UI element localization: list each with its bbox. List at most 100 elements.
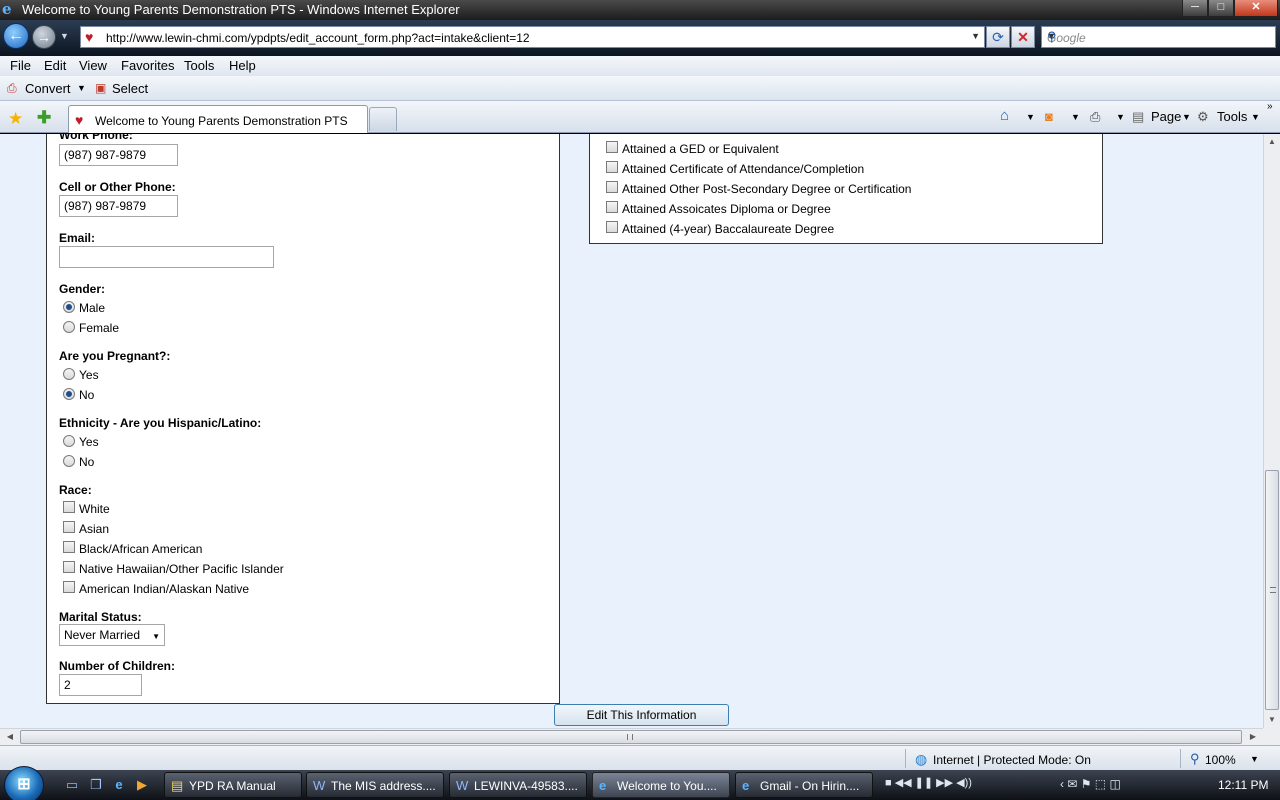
show-desktop-icon[interactable]: ▭ [64, 777, 80, 793]
pdf-toolbar: ⎙ Convert ▼ ▣ Select [0, 76, 1280, 101]
gender-label: Gender: [59, 282, 106, 296]
media-player-icon[interactable]: ▶ [134, 777, 150, 793]
task-ypd-manual[interactable]: ▤ YPD RA Manual [164, 772, 302, 798]
gender-male-label: Male [79, 301, 106, 315]
race-asian-checkbox[interactable] [63, 521, 75, 533]
minimize-button[interactable]: ─ [1182, 0, 1208, 17]
race-black-label: Black/African American [79, 542, 203, 556]
switch-windows-icon[interactable]: ❐ [88, 777, 104, 793]
marital-status-select[interactable]: Never Married ▼ [59, 624, 165, 646]
gender-female-radio[interactable] [63, 321, 75, 333]
page-dropdown-icon[interactable]: ▼ [1182, 112, 1191, 122]
page-content: Work Phone: (987) 987-9879 Cell or Other… [0, 134, 1263, 728]
pregnant-yes-radio[interactable] [63, 368, 75, 380]
menu-file[interactable]: File [10, 58, 31, 73]
system-tray[interactable]: ‹ ✉ ⚑ ⬚ ◫ [1060, 777, 1121, 791]
convert-dropdown-icon[interactable]: ▼ [77, 83, 86, 93]
stop-button[interactable]: ✕ [1011, 26, 1035, 48]
close-button[interactable]: ✕ [1234, 0, 1278, 17]
pregnant-no-radio[interactable] [63, 388, 75, 400]
gender-male-radio[interactable] [63, 301, 75, 313]
search-box[interactable]: Google ⚲ ▼ [1041, 26, 1276, 48]
task-welcome[interactable]: e Welcome to You.... [592, 772, 730, 798]
history-dropdown-icon[interactable]: ▼ [60, 31, 69, 41]
menu-bar: File Edit View Favorites Tools Help [0, 56, 1280, 76]
print-icon[interactable]: ⎙ [1090, 109, 1100, 125]
back-button[interactable]: ← [3, 23, 29, 49]
convert-button[interactable]: Convert [25, 81, 71, 96]
work-phone-input[interactable]: (987) 987-9879 [59, 144, 178, 166]
children-input[interactable]: 2 [59, 674, 142, 696]
start-button[interactable]: ⊞ [4, 766, 44, 800]
scroll-right-icon[interactable]: ▶ [1245, 729, 1261, 745]
select-icon: ▣ [95, 81, 107, 95]
menu-favorites[interactable]: Favorites [121, 58, 174, 73]
baccalaureate-checkbox[interactable] [606, 221, 618, 233]
race-american-indian-checkbox[interactable] [63, 581, 75, 593]
scroll-left-icon[interactable]: ◀ [2, 729, 18, 745]
menu-help[interactable]: Help [229, 58, 256, 73]
cell-phone-input[interactable]: (987) 987-9879 [59, 195, 178, 217]
tools-dropdown-icon[interactable]: ▼ [1251, 112, 1260, 122]
tools-menu[interactable]: Tools [1217, 109, 1247, 124]
zoom-level[interactable]: 100% [1205, 753, 1236, 767]
post-secondary-checkbox[interactable] [606, 181, 618, 193]
vertical-scroll-thumb[interactable] [1265, 470, 1279, 710]
feeds-icon[interactable]: ◙ [1045, 109, 1053, 124]
pregnant-yes-label: Yes [79, 368, 99, 382]
ged-checkbox[interactable] [606, 141, 618, 153]
ethnicity-no-radio[interactable] [63, 455, 75, 467]
security-zone-text[interactable]: Internet | Protected Mode: On [933, 753, 1091, 767]
print-dropdown-icon[interactable]: ▼ [1116, 112, 1125, 122]
add-favorites-icon[interactable]: ✚ [37, 108, 51, 128]
task-lewinva[interactable]: W LEWINVA-49583.... [449, 772, 587, 798]
feeds-dropdown-icon[interactable]: ▼ [1071, 112, 1080, 122]
ethnicity-no-label: No [79, 455, 95, 469]
media-controls[interactable]: ■ ◀◀ ❚❚ ▶▶ ◀)) [885, 776, 972, 789]
vertical-scrollbar[interactable]: ▲ ▼ [1263, 134, 1280, 728]
home-dropdown-icon[interactable]: ▼ [1026, 112, 1035, 122]
associates-checkbox[interactable] [606, 201, 618, 213]
page-menu[interactable]: Page [1151, 109, 1181, 124]
zoom-dropdown-icon[interactable]: ▼ [1250, 754, 1259, 764]
select-button[interactable]: Select [112, 81, 148, 96]
window-title-bar: e Welcome to Young Parents Demonstration… [0, 0, 1280, 20]
address-url[interactable]: http://www.lewin-chmi.com/ypdpts/edit_ac… [106, 31, 530, 45]
ie-quicklaunch-icon[interactable]: e [111, 777, 127, 793]
certificate-checkbox[interactable] [606, 161, 618, 173]
horizontal-scroll-thumb[interactable] [20, 730, 1242, 744]
search-options-icon[interactable]: ▼ [1047, 31, 1271, 41]
race-black-checkbox[interactable] [63, 541, 75, 553]
menu-tools[interactable]: Tools [184, 58, 214, 73]
ie-icon: e [742, 778, 750, 793]
favorites-star-icon[interactable]: ★ [8, 109, 23, 129]
address-dropdown-icon[interactable]: ▼ [971, 31, 980, 41]
tab-young-parents[interactable]: ♥ Welcome to Young Parents Demonstration… [68, 105, 368, 133]
email-input[interactable] [59, 246, 274, 268]
maximize-button[interactable]: □ [1208, 0, 1234, 17]
address-bar[interactable]: ♥ http://www.lewin-chmi.com/ypdpts/edit_… [80, 26, 985, 48]
ethnicity-yes-radio[interactable] [63, 435, 75, 447]
home-icon[interactable]: ⌂ [1000, 107, 1009, 124]
scroll-up-icon[interactable]: ▲ [1264, 134, 1280, 150]
toolbar-overflow-icon[interactable]: » [1267, 101, 1273, 112]
pregnant-no-label: No [79, 388, 95, 402]
race-white-label: White [79, 502, 110, 516]
ged-label: Attained a GED or Equivalent [622, 142, 779, 156]
navigation-bar: ← → ▼ ♥ http://www.lewin-chmi.com/ypdpts… [0, 20, 1280, 56]
menu-view[interactable]: View [79, 58, 107, 73]
new-tab-button[interactable] [369, 107, 397, 131]
task-gmail[interactable]: e Gmail - On Hirin.... [735, 772, 873, 798]
task-mis-address[interactable]: W The MIS address.... [306, 772, 444, 798]
horizontal-scrollbar[interactable]: ◀ ▶ [0, 728, 1263, 745]
forward-button[interactable]: → [32, 25, 56, 49]
menu-edit[interactable]: Edit [44, 58, 66, 73]
race-hawaiian-checkbox[interactable] [63, 561, 75, 573]
ethnicity-label: Ethnicity - Are you Hispanic/Latino: [59, 416, 262, 430]
refresh-button[interactable]: ⟳ [986, 26, 1010, 48]
scroll-down-icon[interactable]: ▼ [1264, 712, 1280, 728]
edit-information-button[interactable]: Edit This Information [554, 704, 729, 726]
clock[interactable]: 12:11 PM [1218, 778, 1268, 792]
race-white-checkbox[interactable] [63, 501, 75, 513]
certificate-label: Attained Certificate of Attendance/Compl… [622, 162, 865, 176]
